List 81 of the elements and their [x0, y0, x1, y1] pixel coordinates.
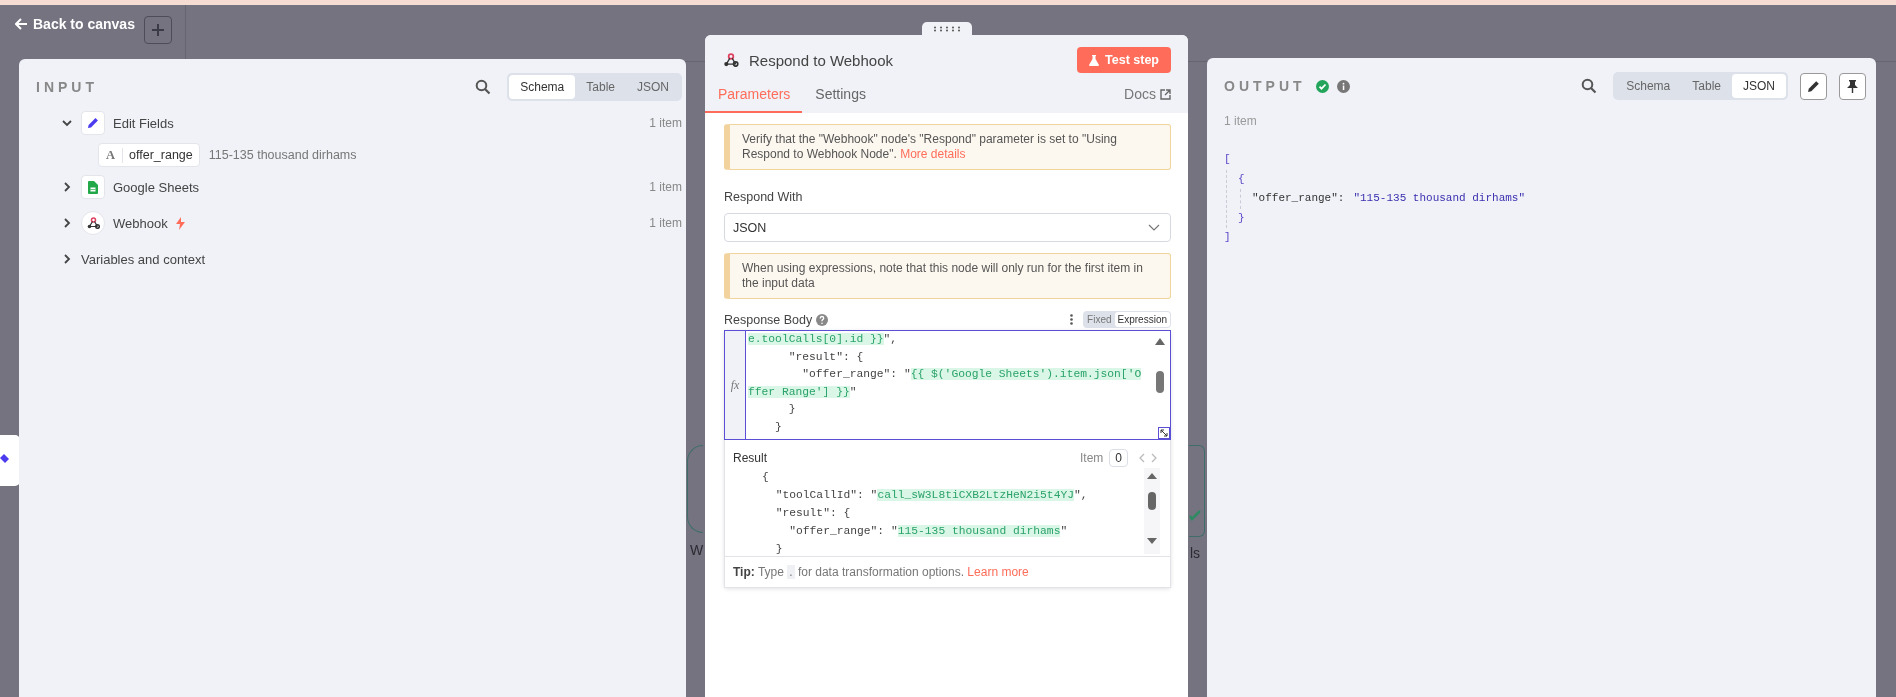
webhook-icon: [723, 53, 739, 67]
notice-text: Verify that the "Webhook" node's "Respond" parameter is set to "Using Respond to Webhook Node". More details: [724, 124, 1171, 170]
learn-more-link[interactable]: Learn more: [967, 565, 1029, 579]
expand-icon[interactable]: [1158, 427, 1170, 439]
check-icon: [1189, 510, 1201, 522]
item-count: 1 item: [649, 116, 682, 130]
respond-with-select[interactable]: JSON: [724, 213, 1171, 242]
result-label: Result: [733, 451, 767, 465]
flask-icon: [1089, 54, 1100, 66]
json-bracket: }: [1238, 210, 1245, 226]
tip-text: Tip: Type . for data transformation options. Learn more: [725, 556, 1170, 587]
field-label: Respond With: [724, 190, 804, 204]
chevron-icon[interactable]: [62, 182, 72, 192]
field-value: 115-135 thousand dirhams: [208, 148, 357, 162]
item-count: 1 item: [1224, 114, 1258, 128]
info-icon[interactable]: [1336, 79, 1350, 93]
node-title: Respond to Webhook: [749, 51, 894, 69]
arrow-left-icon: [15, 18, 28, 30]
plus-icon: [151, 23, 165, 37]
scrollbar[interactable]: [1144, 468, 1160, 554]
back-to-canvas-link[interactable]: Back to canvas: [15, 16, 135, 32]
search-icon[interactable]: [475, 79, 492, 95]
json-bracket: {: [1238, 171, 1245, 187]
code-line: "offer_range": "115-135 thousand dirhams": [788, 524, 1069, 539]
notice-text: When using expressions, note that this node will only run for the first item in the input data: [724, 253, 1171, 299]
code-line: }: [774, 542, 784, 556]
drag-handle[interactable]: [921, 22, 972, 35]
external-link-icon: [1160, 88, 1171, 100]
field-label: Response Body: [724, 312, 813, 327]
node-icon: [81, 175, 105, 199]
node-label: ls: [1190, 545, 1201, 561]
node-name[interactable]: Google Sheets: [113, 179, 199, 195]
edit-button[interactable]: [1800, 72, 1827, 100]
view-tab[interactable]: Table: [1681, 74, 1732, 98]
code-line: "offer_range": "{{ $('Google Sheets').item.json['O: [801, 367, 1142, 382]
mode-toggle[interactable]: Expression: [1114, 312, 1170, 327]
chevron-icon[interactable]: [62, 118, 72, 128]
json-key: "offer_range":: [1252, 189, 1345, 209]
json-bracket: ]: [1224, 230, 1231, 245]
mode-toggle[interactable]: Fixed: [1084, 312, 1115, 327]
code-line: {: [761, 470, 770, 485]
more-icon[interactable]: [1070, 314, 1074, 325]
fx-label: fx: [730, 377, 740, 393]
side-tab[interactable]: [0, 435, 20, 486]
item-label: Item: [1079, 451, 1104, 465]
view-tab[interactable]: Schema: [1615, 74, 1682, 98]
code-line: }: [787, 402, 797, 417]
node-name[interactable]: Webhook: [113, 215, 168, 231]
node-icon: [81, 211, 105, 235]
view-tab[interactable]: Table: [575, 75, 626, 99]
json-bracket: [: [1224, 152, 1231, 167]
chevron-down-icon: [1148, 224, 1160, 231]
view-tab[interactable]: JSON: [1732, 74, 1786, 98]
help-icon: [816, 313, 829, 326]
test-step-button[interactable]: Test step: [1077, 47, 1171, 73]
node-icon: [81, 111, 105, 135]
chevron-icon[interactable]: [62, 254, 72, 264]
code-line: }: [774, 419, 783, 435]
code-line: "result": {: [774, 506, 852, 521]
variables-label[interactable]: Variables and context: [81, 251, 206, 267]
item-count: 1 item: [649, 180, 682, 194]
pin-icon: [1847, 79, 1858, 93]
chevron-icon[interactable]: [62, 218, 72, 228]
expression-editor[interactable]: fx e.toolCalls[0].id }}", "result": { "offer_range": "{{ $('Google Sheets').item.json['O ffer Range'] }}" } }: [724, 330, 1171, 440]
code-line: "result": {: [787, 349, 865, 365]
json-value: "115-135 thousand dirhams": [1353, 191, 1526, 206]
code-line: ffer Range'] }}": [748, 384, 858, 400]
pin-button[interactable]: [1839, 72, 1866, 100]
panel-title: OUTPUT: [1224, 78, 1306, 94]
view-tab[interactable]: JSON: [626, 75, 680, 99]
search-icon[interactable]: [1581, 78, 1598, 94]
node-label: W: [690, 542, 704, 558]
item-input[interactable]: 0: [1109, 449, 1128, 467]
item-count: 1 item: [649, 216, 682, 230]
tab[interactable]: Settings: [802, 86, 878, 113]
node-name[interactable]: Edit Fields: [113, 115, 174, 131]
field-pill[interactable]: A offer_range: [98, 143, 200, 167]
view-tab[interactable]: Schema: [509, 75, 576, 99]
more-details-link[interactable]: More details: [900, 147, 966, 161]
panel-title: INPUT: [36, 79, 99, 95]
docs-link[interactable]: Docs: [1124, 86, 1171, 113]
